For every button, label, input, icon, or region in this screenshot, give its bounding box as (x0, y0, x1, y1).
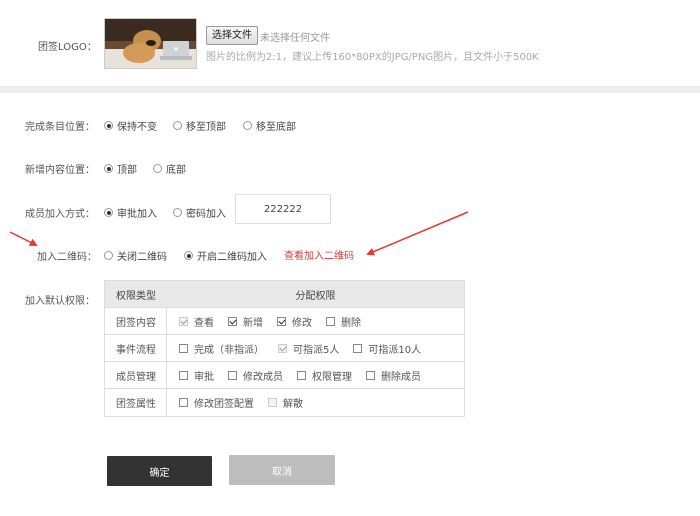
section-divider (0, 86, 700, 93)
logo-label: 团签LOGO： (38, 42, 97, 53)
permission-checkbox-label: 审批 (194, 371, 214, 383)
checkbox-icon (366, 370, 375, 380)
permission-row: 事件流程 完成（非指派） 可指派5人 可指派10人 (105, 335, 464, 362)
permission-checkbox-label: 查看 (194, 317, 214, 329)
permission-checkbox[interactable]: 修改成员 (228, 368, 283, 383)
logo-image (104, 18, 197, 69)
permission-options: 查看 新增 修改 删除 (167, 314, 464, 329)
complete-position-label: 完成条目位置： (25, 122, 95, 133)
permissions-table: 权限类型 分配权限 团签内容 查看 新增 修改 删除事件流程 完成（非指派） 可指派5人 可指… (104, 280, 465, 417)
permission-checkbox-label: 完成（非指派） (194, 344, 264, 356)
permission-options: 完成（非指派） 可指派5人 可指派10人 (167, 341, 464, 356)
permission-row: 团签内容 查看 新增 修改 删除 (105, 308, 464, 335)
permission-type: 成员管理 (105, 362, 167, 388)
complete-position-bottom-radio[interactable]: 移至底部 (243, 118, 296, 133)
radio-selected-icon (104, 121, 113, 130)
permission-type: 团签内容 (105, 308, 167, 334)
permission-checkbox-label: 可指派10人 (368, 344, 422, 356)
permission-checkbox[interactable]: 修改团签配置 (179, 395, 254, 410)
permission-checkbox-label: 解散 (283, 399, 303, 410)
checkbox-icon (297, 370, 306, 380)
permission-checkbox: 查看 (179, 314, 214, 329)
permission-checkbox-label: 删除 (341, 317, 361, 329)
checkbox-icon (179, 343, 188, 353)
header-assign-permission: 分配权限 (295, 290, 336, 302)
radio-icon (243, 121, 252, 130)
header-permission-type: 权限类型 (116, 290, 156, 302)
annotation-arrow-right (366, 211, 469, 256)
permission-checkbox: 可指派5人 (278, 341, 339, 356)
cancel-button[interactable]: 取消 (229, 455, 335, 485)
permissions-label: 加入默认权限： (25, 296, 95, 307)
radio-icon (153, 164, 162, 173)
checkbox-icon (268, 398, 277, 407)
permission-checkbox[interactable]: 删除成员 (366, 368, 421, 383)
permission-checkbox[interactable]: 可指派10人 (353, 341, 421, 356)
checkbox-checked-icon (278, 343, 287, 353)
permission-checkbox[interactable]: 完成（非指派） (179, 341, 264, 356)
permission-options: 审批 修改成员 权限管理 删除成员 (167, 368, 464, 383)
new-position-top-radio[interactable]: 顶部 (104, 161, 137, 176)
annotation-arrow-left (9, 231, 38, 246)
complete-position-top-radio[interactable]: 移至顶部 (173, 118, 226, 133)
permission-checkbox-label: 权限管理 (312, 371, 352, 383)
permission-checkbox-label: 删除成员 (381, 371, 421, 383)
complete-position-keep-radio[interactable]: 保持不变 (104, 118, 157, 133)
annotation-arrows (9, 211, 469, 256)
permission-checkbox-label: 可指派5人 (293, 344, 340, 356)
new-position-label: 新增内容位置： (25, 165, 95, 176)
no-file-text: 未选择任何文件 (260, 33, 330, 44)
permission-checkbox[interactable]: 审批 (179, 368, 214, 383)
checkbox-icon (179, 370, 188, 380)
checkbox-checked-icon (228, 316, 237, 326)
checkbox-icon (353, 343, 363, 353)
permission-checkbox[interactable]: 权限管理 (297, 368, 352, 383)
new-position-bottom-radio[interactable]: 底部 (153, 161, 186, 176)
permission-type: 事件流程 (105, 335, 167, 361)
permission-checkbox: 解散 (268, 395, 303, 410)
permission-checkbox[interactable]: 修改 (277, 314, 312, 329)
permission-checkbox-label: 修改成员 (243, 371, 283, 383)
checkbox-checked-icon (179, 316, 188, 326)
permission-row: 团签属性 修改团签配置 解散 (105, 389, 464, 416)
permissions-table-header: 权限类型 分配权限 (105, 281, 464, 308)
logo-hint: 图片的比例为2:1，建议上传160*80PX的JPG/PNG图片，且文件小于50… (206, 52, 539, 63)
permission-type: 团签属性 (105, 389, 167, 416)
permission-checkbox[interactable]: 删除 (326, 314, 361, 329)
checkbox-icon (228, 370, 237, 380)
choose-file-button[interactable]: 选择文件 (206, 26, 258, 45)
radio-icon (173, 121, 182, 130)
checkbox-icon (179, 398, 188, 407)
checkbox-icon (326, 316, 335, 326)
permission-checkbox-label: 新增 (243, 317, 263, 329)
permission-options: 修改团签配置 解散 (167, 395, 464, 410)
permission-checkbox-label: 修改 (292, 317, 312, 329)
radio-selected-icon (104, 164, 113, 173)
permission-row: 成员管理 审批 修改成员 权限管理 删除成员 (105, 362, 464, 389)
checkbox-checked-icon (277, 316, 286, 326)
confirm-button[interactable]: 确定 (107, 456, 212, 486)
permission-checkbox-label: 修改团签配置 (194, 399, 254, 410)
dog-laptop-photo (105, 19, 196, 68)
permission-checkbox[interactable]: 新增 (228, 314, 263, 329)
